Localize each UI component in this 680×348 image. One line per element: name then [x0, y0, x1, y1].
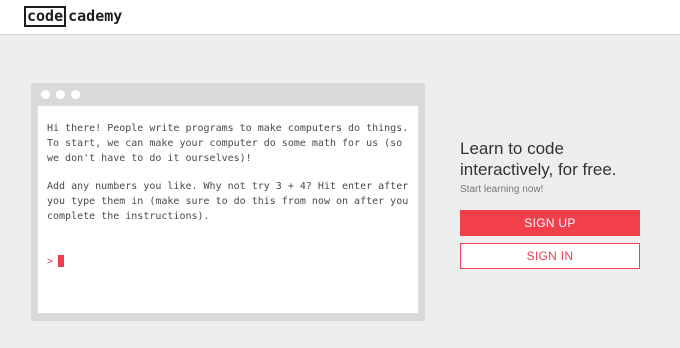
window-dot-icon [71, 90, 80, 99]
signup-panel: Learn to code interactively, for free. S… [460, 138, 650, 269]
top-navbar: code cademy [0, 0, 680, 35]
window-controls [41, 90, 80, 99]
terminal-prompt-line[interactable]: > [47, 255, 65, 267]
sign-in-button[interactable]: SIGN IN [460, 243, 640, 269]
logo-code-box: code [24, 5, 67, 27]
text-cursor [58, 255, 65, 267]
terminal-output: Hi there! People write programs to make … [47, 121, 409, 237]
codecademy-logo[interactable]: code cademy [24, 5, 122, 27]
terminal-window: Hi there! People write programs to make … [31, 83, 425, 321]
window-dot-icon [41, 90, 50, 99]
terminal-screen[interactable]: Hi there! People write programs to make … [38, 106, 418, 313]
terminal-paragraph-instructions: Add any numbers you like. Why not try 3 … [47, 181, 409, 222]
terminal-paragraph-intro: Hi there! People write programs to make … [47, 123, 409, 164]
sign-up-button[interactable]: SIGN UP [460, 210, 640, 236]
prompt-symbol: > [47, 255, 54, 267]
logo-cademy-text: cademy [68, 6, 123, 25]
window-dot-icon [56, 90, 65, 99]
headline: Learn to code interactively, for free. [460, 139, 617, 179]
subheadline: Start learning now! [460, 184, 544, 195]
